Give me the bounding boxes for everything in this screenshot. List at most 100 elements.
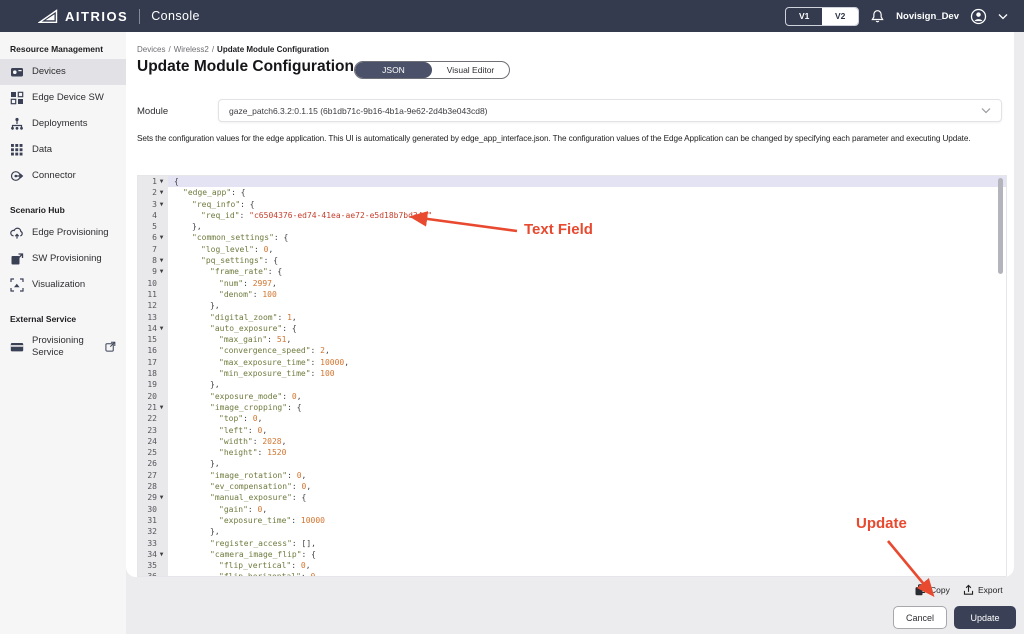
cancel-button[interactable]: Cancel [893, 606, 947, 629]
sidebar-item-provisioning-service[interactable]: Provisioning Service [0, 329, 126, 365]
editor-line[interactable]: 23"left": 0, [138, 425, 1006, 436]
user-menu-chevron-down-icon[interactable] [998, 13, 1008, 20]
editor-line[interactable]: 1▼{ [138, 176, 1006, 187]
editor-line[interactable]: 9▼"frame_rate": { [138, 266, 1006, 277]
fold-toggle-icon[interactable]: ▼ [157, 255, 166, 266]
json-punctuation: , [302, 471, 307, 480]
editor-line[interactable]: 5}, [138, 221, 1006, 232]
editor-line[interactable]: 30"gain": 0, [138, 504, 1006, 515]
editor-line[interactable]: 22"top": 0, [138, 413, 1006, 424]
editor-gutter: 5 [138, 221, 168, 232]
editor-line[interactable]: 4"req_id": "c6504376-ed74-41ea-ae72-e5d1… [138, 210, 1006, 221]
editor-line[interactable]: 8▼"pq_settings": { [138, 255, 1006, 266]
json-number-value: 2028 [262, 437, 281, 446]
editor-gutter: 31 [138, 515, 168, 526]
json-punctuation: : { [282, 324, 296, 333]
editor-line[interactable]: 34▼"camera_image_flip": { [138, 549, 1006, 560]
editor-scrollbar[interactable] [998, 178, 1003, 274]
editor-line[interactable]: 32}, [138, 526, 1006, 537]
sidebar-item-edge-device-sw[interactable]: Edge Device SW [0, 85, 126, 111]
json-punctuation: : [311, 369, 321, 378]
json-punctuation: : [292, 539, 302, 548]
editor-line[interactable]: 3▼"req_info": { [138, 199, 1006, 210]
copy-button[interactable]: Copy [915, 584, 950, 596]
editor-line[interactable]: 11"denom": 100 [138, 289, 1006, 300]
export-button[interactable]: Export [963, 584, 1003, 596]
sidebar-item-deployments[interactable]: Deployments [0, 111, 126, 137]
line-number: 31 [147, 515, 157, 526]
editor-line[interactable]: 16"convergence_speed": 2, [138, 345, 1006, 356]
editor-line[interactable]: 12}, [138, 300, 1006, 311]
fold-toggle-icon[interactable]: ▼ [157, 402, 166, 413]
tab-json[interactable]: JSON [355, 62, 432, 78]
editor-line[interactable]: 33"register_access": [], [138, 538, 1006, 549]
line-number: 12 [147, 300, 157, 311]
json-punctuation: : [253, 437, 263, 446]
editor-line[interactable]: 14▼"auto_exposure": { [138, 323, 1006, 334]
editor-line-content: "frame_rate": { [168, 266, 282, 277]
json-punctuation: , [306, 482, 311, 491]
avatar[interactable] [970, 8, 987, 25]
version-v1-button[interactable]: V1 [786, 8, 822, 25]
update-button[interactable]: Update [954, 606, 1016, 629]
json-punctuation: : [311, 346, 321, 355]
fold-toggle-icon[interactable]: ▼ [157, 232, 166, 243]
editor-gutter: 8▼ [138, 255, 168, 266]
editor-line[interactable]: 29▼"manual_exposure": { [138, 492, 1006, 503]
sidebar-item-data[interactable]: Data [0, 137, 126, 163]
sidebar-item-edge-provisioning[interactable]: Edge Provisioning [0, 220, 126, 246]
editor-line[interactable]: 10"num": 2997, [138, 278, 1006, 289]
tab-visual-editor[interactable]: Visual Editor [432, 62, 509, 78]
line-number: 36 [147, 571, 157, 577]
json-key: "frame_rate" [210, 267, 268, 276]
fold-toggle-icon[interactable]: ▼ [157, 492, 166, 503]
editor-line[interactable]: 35"flip_vertical": 0, [138, 560, 1006, 571]
fold-toggle-icon[interactable]: ▼ [157, 187, 166, 198]
json-editor[interactable]: 1▼{2▼"edge_app": {3▼"req_info": {4"req_i… [137, 175, 1007, 577]
fold-toggle-icon[interactable]: ▼ [157, 323, 166, 334]
editor-line[interactable]: 18"min_exposure_time": 100 [138, 368, 1006, 379]
editor-line[interactable]: 17"max_exposure_time": 10000, [138, 357, 1006, 368]
module-select[interactable]: gaze_patch6.3.2:0.1.15 (6b1db71c-9b16-4b… [218, 99, 1002, 122]
line-number: 22 [147, 413, 157, 424]
json-punctuation: : [287, 471, 297, 480]
sidebar-item-devices[interactable]: Devices [0, 59, 126, 85]
fold-toggle-icon[interactable]: ▼ [157, 549, 166, 560]
fold-toggle-icon[interactable]: ▼ [157, 176, 166, 187]
editor-line[interactable]: 20"exposure_mode": 0, [138, 391, 1006, 402]
editor-line[interactable]: 26}, [138, 458, 1006, 469]
editor-line[interactable]: 27"image_rotation": 0, [138, 470, 1006, 481]
json-number-value: 51 [277, 335, 287, 344]
json-punctuation: : [291, 561, 301, 570]
version-v2-button[interactable]: V2 [822, 8, 858, 25]
fold-toggle-icon[interactable]: ▼ [157, 266, 166, 277]
sidebar-item-connector[interactable]: Connector [0, 163, 126, 189]
sidebar-item-visualization[interactable]: Visualization [0, 272, 126, 298]
breadcrumb-item[interactable]: Wireless2 [174, 45, 209, 54]
json-key: "gain" [219, 505, 248, 514]
sidebar-section-title: External Service [0, 314, 126, 329]
breadcrumb-item[interactable]: Devices [137, 45, 165, 54]
json-number-value: 2997 [253, 279, 272, 288]
editor-line[interactable]: 24"width": 2028, [138, 436, 1006, 447]
editor-gutter: 33 [138, 538, 168, 549]
editor-line[interactable]: 28"ev_compensation": 0, [138, 481, 1006, 492]
editor-line[interactable]: 15"max_gain": 51, [138, 334, 1006, 345]
json-key: "log_level" [201, 245, 254, 254]
editor-line[interactable]: 19}, [138, 379, 1006, 390]
editor-line[interactable]: 13"digital_zoom": 1, [138, 312, 1006, 323]
editor-line[interactable]: 2▼"edge_app": { [138, 187, 1006, 198]
sidebar-item-sw-provisioning[interactable]: SW Provisioning [0, 246, 126, 272]
editor-line[interactable]: 25"height": 1520 [138, 447, 1006, 458]
json-number-value: 1520 [267, 448, 286, 457]
editor-line[interactable]: 6▼"common_settings": { [138, 232, 1006, 243]
json-punctuation: : { [240, 200, 254, 209]
editor-line-content: "edge_app": { [168, 187, 246, 198]
notifications-bell-icon[interactable] [870, 9, 885, 24]
fold-toggle-icon[interactable]: ▼ [157, 199, 166, 210]
editor-line[interactable]: 31"exposure_time": 10000 [138, 515, 1006, 526]
editor-line[interactable]: 21▼"image_cropping": { [138, 402, 1006, 413]
editor-line-content: }, [168, 221, 202, 232]
editor-line[interactable]: 36"flip_horizontal": 0 [138, 571, 1006, 577]
editor-line[interactable]: 7"log_level": 0, [138, 244, 1006, 255]
